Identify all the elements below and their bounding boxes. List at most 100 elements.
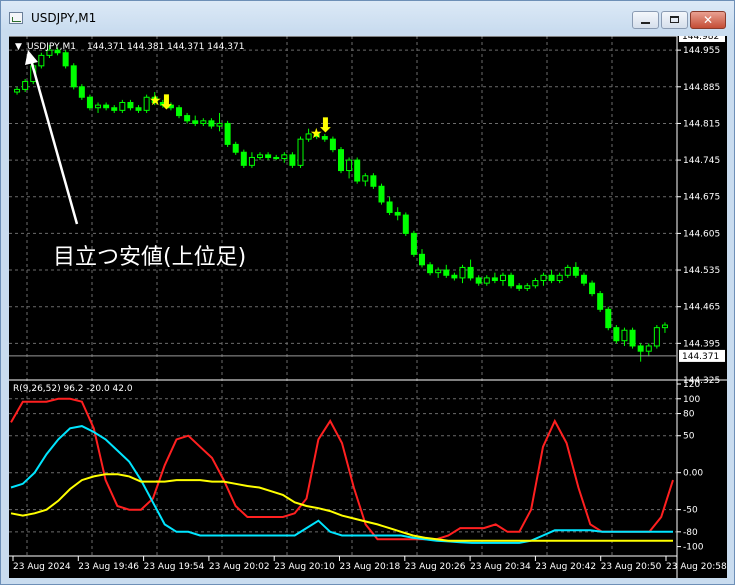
candle-body: [524, 285, 531, 289]
candle-body: [370, 175, 377, 187]
price-tick-label: 144.465: [683, 303, 720, 313]
price-tick-label: 144.605: [683, 229, 720, 239]
price-tag-bid: 144.371: [682, 352, 719, 362]
candle-body: [257, 154, 264, 158]
price-tick-label: 144.815: [683, 119, 720, 129]
maximize-button[interactable]: [661, 11, 688, 29]
indicator-tick-label: -100: [683, 543, 704, 553]
minimize-icon: [641, 22, 650, 24]
candle-body: [265, 154, 272, 158]
candle-body: [467, 266, 474, 279]
down-arrow-marker-icon: ⬇: [317, 113, 334, 137]
time-tick-label: 23 Aug 19:54: [144, 562, 205, 572]
candle-body: [248, 156, 255, 166]
candle-body: [475, 277, 482, 284]
candle-body: [103, 104, 110, 109]
candle-body: [86, 96, 93, 109]
indicator-tick-label: 100: [683, 395, 700, 405]
minimize-button[interactable]: [632, 11, 659, 29]
candle-body: [95, 104, 102, 109]
candle-body: [661, 324, 668, 329]
time-tick-label: 23 Aug 20:18: [340, 562, 401, 572]
candle-body: [386, 201, 393, 213]
indicator-tick-label: 0.00: [683, 469, 703, 479]
maximize-icon: [670, 16, 679, 23]
candle-body: [14, 88, 21, 93]
candle-body: [418, 253, 425, 266]
candle-body: [402, 214, 409, 234]
candle-body: [208, 120, 215, 127]
candle-body: [346, 159, 353, 172]
candle-body: [621, 329, 628, 342]
price-tick-label: 144.745: [683, 156, 720, 166]
candle-body: [70, 65, 77, 88]
candle-body: [192, 120, 199, 124]
title-bar[interactable]: USDJPY,M1 ✕: [1, 1, 734, 35]
candle-body: [572, 266, 579, 276]
annotation-label: 目立つ安値(上位足): [53, 245, 246, 270]
candle-body: [548, 274, 555, 282]
window-title: USDJPY,M1: [31, 11, 97, 25]
candle-body: [184, 115, 191, 122]
time-tick-label: 23 Aug 19:46: [78, 562, 139, 572]
chart-window-icon: [9, 12, 23, 24]
candle-body: [629, 329, 636, 347]
candle-body: [216, 122, 223, 127]
candle-body: [38, 54, 45, 67]
candle-body: [532, 280, 539, 287]
time-tick-label: 23 Aug 20:10: [274, 562, 335, 572]
price-tick-label: 144.955: [683, 46, 720, 56]
time-tick-label: 23 Aug 20:42: [535, 562, 596, 572]
candle-body: [62, 52, 69, 67]
down-arrow-marker-icon: ⬇: [158, 90, 175, 114]
candle-body: [451, 274, 458, 279]
candle-body: [499, 274, 506, 282]
price-tick-label: 144.675: [683, 193, 720, 203]
candle-body: [580, 274, 587, 284]
chart-canvas[interactable]: 144.955 144.885 144.815 144.745 144.675 144.6…: [9, 30, 727, 578]
candle-body: [224, 122, 231, 145]
indicator-tick-label: -80: [683, 528, 698, 538]
candle-body: [127, 101, 134, 109]
chart-area[interactable]: 144.955 144.885 144.815 144.745 144.675 144.6…: [9, 30, 727, 578]
candle-body: [653, 327, 660, 347]
candle-body: [281, 154, 288, 160]
close-button[interactable]: ✕: [690, 11, 726, 29]
time-tick-label: 23 Aug 20:58: [666, 562, 727, 572]
candle-body: [443, 269, 450, 276]
ohlc-values: 144.371 144.381 144.371 144.371: [87, 42, 244, 52]
candle-body: [378, 185, 385, 203]
candle-body: [111, 107, 118, 111]
candle-body: [135, 107, 142, 111]
candle-body: [22, 81, 29, 90]
time-tick-label: 23 Aug 20:50: [601, 562, 662, 572]
candle-body: [491, 277, 498, 282]
close-icon: ✕: [702, 13, 714, 27]
candle-body: [564, 266, 571, 276]
candle-body: [273, 156, 280, 160]
candle-body: [427, 264, 434, 274]
candle-body: [483, 277, 490, 284]
candle-body: [605, 308, 612, 329]
app-window: USDJPY,M1 ✕ 144.955 144.885 144.815 144.745…: [0, 0, 735, 585]
candle-body: [435, 269, 442, 274]
candle-body: [362, 175, 369, 182]
candle-body: [394, 211, 401, 216]
candle-body: [354, 159, 361, 182]
indicator-header: R(9,26,52) 96.2 -20.0 42.0: [13, 384, 133, 394]
candle-body: [338, 149, 344, 172]
indicator-tick-label: 50: [683, 432, 695, 442]
candle-body: [459, 266, 466, 279]
price-tick-label: 144.395: [683, 339, 720, 349]
price-tick-label: 144.885: [683, 83, 720, 93]
symbol-label: USDJPY,M1: [27, 42, 76, 52]
candle-body: [329, 138, 336, 151]
collapse-arrow-icon[interactable]: ▼: [15, 42, 22, 52]
time-tick-label: 23 Aug 20:26: [405, 562, 466, 572]
candle-body: [540, 274, 547, 282]
candle-body: [556, 274, 563, 282]
candle-body: [200, 120, 207, 124]
candle-body: [589, 282, 596, 295]
price-tick-label: 144.535: [683, 266, 720, 276]
candle-body: [597, 293, 604, 310]
